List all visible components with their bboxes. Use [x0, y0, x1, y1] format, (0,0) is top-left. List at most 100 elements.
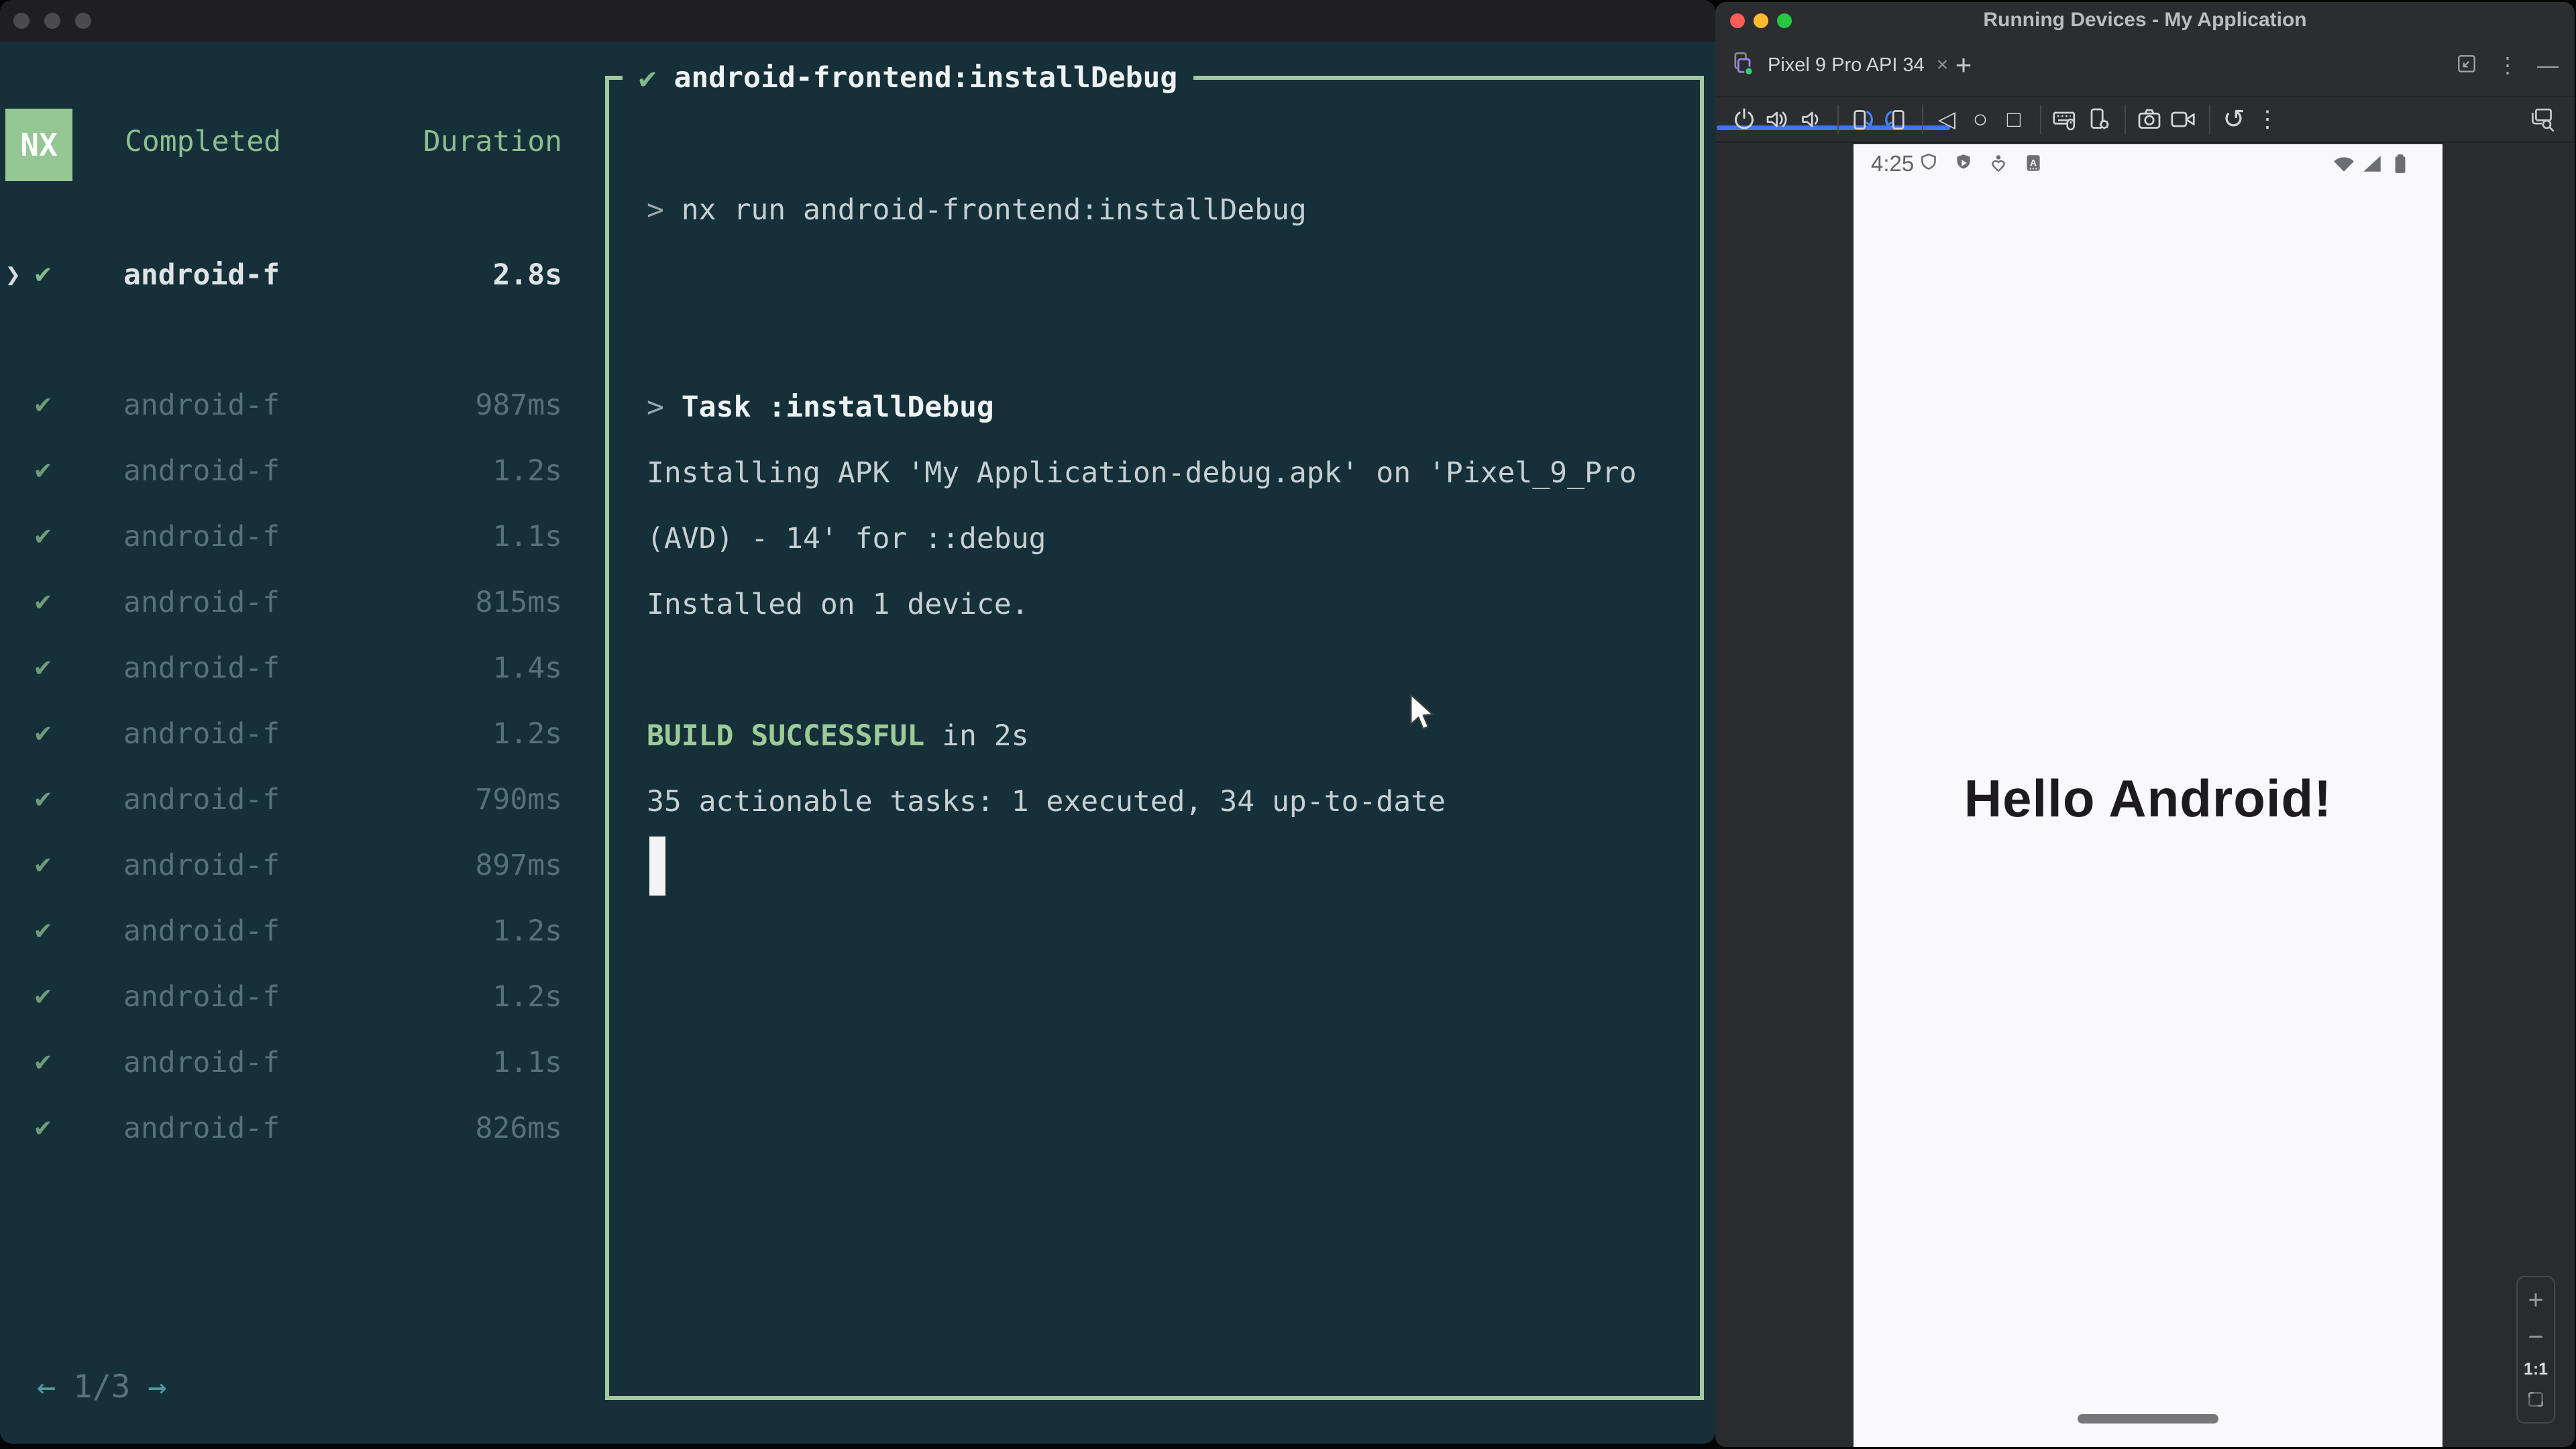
running-devices-window: Running Devices - My Application Pixel 9…	[1715, 2, 2575, 1447]
chevron-icon: ❯	[5, 260, 21, 289]
screenshot-button[interactable]	[2134, 104, 2165, 135]
task-duration: 1.2s	[492, 914, 562, 948]
task-row[interactable]: ✔ android-f 1.2s	[0, 914, 577, 952]
desktop: NX Completed Duration ❯ ✔ android-f 2.8s…	[0, 0, 2576, 1449]
task-duration: 790ms	[475, 783, 562, 816]
device-settings-button[interactable]	[2083, 104, 2114, 135]
task-row[interactable]: ✔ android-f 987ms	[0, 388, 577, 426]
build-time-text: in 2s	[924, 719, 1029, 753]
task-row[interactable]: ✔ android-f 815ms	[0, 586, 577, 623]
task-row[interactable]: ✔ android-f 1.2s	[0, 454, 577, 492]
recents-button[interactable]: □	[1998, 104, 2029, 135]
task-row[interactable]: ✔ android-f 1.2s	[0, 717, 577, 755]
check-icon: ✔	[35, 717, 52, 748]
screen-record-button[interactable]	[2167, 104, 2198, 135]
tab-close-icon[interactable]: ×	[1937, 54, 1949, 76]
gradle-task-line: > Task :installDebug	[647, 387, 994, 427]
toolbar-separator	[2209, 105, 2210, 134]
check-icon: ✔	[35, 1046, 52, 1077]
check-icon: ✔	[35, 454, 52, 485]
window-close-button[interactable]	[13, 13, 30, 29]
hide-toolwindow-icon[interactable]: —	[2537, 53, 2559, 78]
task-duration: 987ms	[475, 388, 562, 422]
battery-icon	[2389, 152, 2412, 178]
studio-titlebar[interactable]: Running Devices - My Application	[1715, 2, 2575, 38]
actual-size-button[interactable]: 1:1	[2524, 1360, 2548, 1379]
task-list: ✔ android-f 987ms ✔ android-f 1.2s ✔ and…	[0, 388, 577, 1149]
task-output-title-text: android-frontend:installDebug	[674, 61, 1178, 95]
task-row[interactable]: ✔ android-f 1.2s	[0, 980, 577, 1018]
hardware-input-button[interactable]	[2049, 104, 2080, 135]
mouse-pointer	[1407, 694, 1438, 739]
window-minimize-button[interactable]	[44, 13, 60, 29]
install-line-1: Installing APK 'My Application-debug.apk…	[647, 456, 1637, 490]
app-greeting-text: Hello Android!	[1964, 769, 2332, 828]
task-name: android-f	[123, 783, 280, 816]
toolbar-separator	[1922, 105, 1923, 134]
task-row[interactable]: ✔ android-f 1.4s	[0, 651, 577, 689]
task-duration: 2.8s	[492, 258, 562, 292]
wifi-icon	[2332, 152, 2355, 178]
emulator-screen[interactable]: 4:25 A Hello Android!	[1854, 144, 2443, 1447]
task-row[interactable]: ✔ android-f 790ms	[0, 783, 577, 820]
zoom-in-button[interactable]: +	[2528, 1287, 2543, 1313]
window-zoom-button[interactable]	[75, 13, 91, 29]
toolbar-separator	[2040, 105, 2041, 134]
new-tab-button[interactable]: +	[1947, 38, 1980, 92]
shield-play-icon	[1953, 152, 1974, 177]
device-tab[interactable]: Pixel 9 Pro API 34 ×	[1730, 38, 1948, 92]
rotate-right-button[interactable]	[1880, 104, 1911, 135]
svg-text:A: A	[2030, 157, 2037, 168]
command-text: nx run android-frontend:installDebug	[681, 193, 1307, 227]
device-tab-label: Pixel 9 Pro API 34	[1768, 54, 1925, 76]
task-duration: 1.2s	[492, 454, 562, 488]
task-output-title: ✔ android-frontend:installDebug	[623, 57, 1194, 99]
next-page-arrow[interactable]: →	[148, 1368, 166, 1405]
check-icon: ✔	[35, 388, 52, 419]
prev-page-arrow[interactable]: ←	[37, 1368, 56, 1405]
terminal-titlebar[interactable]	[0, 0, 1715, 42]
volume-down-button[interactable]	[1796, 104, 1827, 135]
task-name: android-f	[123, 717, 280, 751]
volume-up-button[interactable]	[1762, 104, 1793, 135]
task-name: android-f	[123, 388, 280, 422]
zoom-out-button[interactable]: −	[2528, 1324, 2543, 1350]
command-line: > nx run android-frontend:installDebug	[647, 190, 1307, 230]
install-line-2: (AVD) - 14' for ::debug	[647, 522, 1046, 555]
selected-task-row[interactable]: ❯ ✔ android-f 2.8s	[0, 258, 577, 296]
prompt-glyph: >	[647, 390, 664, 424]
preview-screens-icon[interactable]	[2528, 105, 2556, 137]
restart-device-button[interactable]: ↺	[2218, 104, 2249, 135]
more-options-icon[interactable]: ⋮	[2252, 104, 2283, 135]
page-indicator: 1/3	[73, 1368, 131, 1405]
task-row[interactable]: ✔ android-f 1.1s	[0, 520, 577, 557]
check-icon: ✔	[35, 914, 52, 945]
task-row[interactable]: ✔ android-f 826ms	[0, 1112, 577, 1149]
tab-options-icon[interactable]: ⋮	[2497, 52, 2518, 78]
zoom-controls: + − 1:1	[2516, 1276, 2555, 1424]
task-duration: 897ms	[475, 849, 562, 882]
check-icon: ✔	[35, 520, 52, 551]
fit-to-window-icon[interactable]	[2526, 1389, 2546, 1413]
power-button[interactable]	[1729, 104, 1760, 135]
device-mirror-area: 4:25 A Hello Android! + − 1:1	[1715, 144, 2575, 1447]
rotate-left-button[interactable]	[1847, 104, 1878, 135]
check-icon: ✔	[35, 783, 52, 814]
task-name: android-f	[123, 1046, 280, 1079]
float-window-icon[interactable]	[2455, 52, 2478, 78]
task-duration: 1.4s	[492, 651, 562, 685]
task-duration: 1.2s	[492, 980, 562, 1014]
back-button[interactable]: ◁	[1931, 104, 1962, 135]
build-status-line: BUILD SUCCESSFUL in 2s	[647, 716, 1029, 756]
prompt-glyph: >	[647, 193, 664, 227]
home-button[interactable]: ○	[1965, 104, 1996, 135]
navigation-handle[interactable]	[2078, 1414, 2218, 1424]
check-icon: ✔	[35, 849, 52, 879]
task-row[interactable]: ✔ android-f 1.1s	[0, 1046, 577, 1083]
task-row[interactable]: ✔ android-f 897ms	[0, 849, 577, 886]
terminal-window: NX Completed Duration ❯ ✔ android-f 2.8s…	[0, 0, 1715, 1444]
task-name: android-f	[123, 849, 280, 882]
shield-icon	[1918, 152, 1939, 177]
task-duration: 1.2s	[492, 717, 562, 751]
check-icon: ✔	[35, 651, 52, 682]
